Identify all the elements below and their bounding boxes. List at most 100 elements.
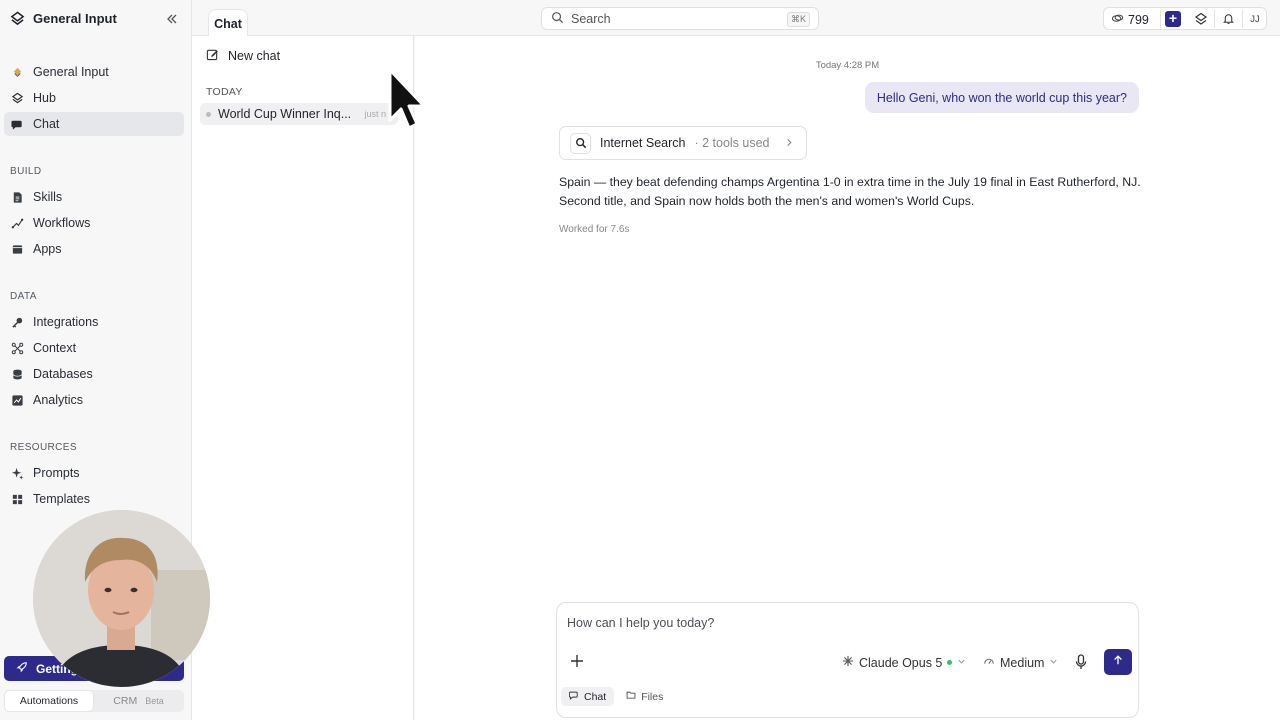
sidebar-item-label: Prompts bbox=[33, 466, 80, 480]
work-duration: Worked for 7.6s bbox=[559, 224, 630, 235]
beta-badge: Beta bbox=[145, 696, 164, 706]
mouse-cursor bbox=[384, 66, 430, 136]
section-title-data: DATA bbox=[10, 291, 37, 302]
webcam-overlay bbox=[33, 510, 210, 687]
sidebar-item-templates[interactable]: Templates bbox=[4, 487, 184, 511]
claude-icon bbox=[842, 655, 854, 670]
user-message: Hello Geni, who won the world cup this y… bbox=[864, 82, 1139, 113]
search-icon bbox=[551, 11, 564, 27]
sidebar-item-label: Databases bbox=[33, 367, 93, 381]
brand-icon[interactable] bbox=[1194, 12, 1208, 26]
document-icon bbox=[11, 191, 24, 204]
chat-list-item[interactable]: World Cup Winner Inq... just n bbox=[200, 103, 398, 125]
divider bbox=[1242, 10, 1243, 28]
credits-count: 799 bbox=[1128, 13, 1149, 27]
key-icon bbox=[11, 316, 24, 329]
sidebar-item-label: Apps bbox=[33, 242, 62, 256]
database-icon bbox=[11, 368, 24, 381]
tool-name: Internet Search bbox=[600, 136, 686, 150]
composer-tab-chat-label: Chat bbox=[584, 690, 607, 703]
sidebar-item-general-input[interactable]: General Input bbox=[4, 60, 184, 84]
chevron-right-icon bbox=[785, 136, 794, 150]
edit-icon bbox=[206, 48, 219, 64]
sidebar-item-label: Integrations bbox=[33, 315, 99, 329]
composer-tab-chat[interactable]: Chat bbox=[561, 687, 615, 706]
effort-selector[interactable]: Medium bbox=[983, 655, 1058, 670]
composer-tab-files[interactable]: Files bbox=[618, 687, 671, 706]
conversation-area: Today 4:28 PM Hello Geni, who won the wo… bbox=[415, 36, 1280, 720]
message-input[interactable] bbox=[567, 613, 1127, 633]
message-timestamp: Today 4:28 PM bbox=[815, 60, 880, 71]
model-status-dot bbox=[947, 660, 953, 665]
folder-icon bbox=[626, 690, 636, 703]
tab-automations[interactable]: Automations bbox=[5, 691, 93, 711]
composer-tabs: Chat Files bbox=[561, 687, 671, 707]
sidebar-item-context[interactable]: Context bbox=[4, 336, 184, 360]
add-attachment-icon[interactable] bbox=[569, 653, 585, 669]
grid-icon bbox=[11, 493, 24, 506]
search-placeholder: Search bbox=[571, 11, 611, 26]
collapse-sidebar-icon[interactable] bbox=[165, 12, 179, 26]
model-selector[interactable]: Claude Opus 5 bbox=[842, 655, 966, 670]
sidebar-item-integrations[interactable]: Integrations bbox=[4, 310, 184, 334]
tool-count: · 2 tools used bbox=[694, 136, 770, 150]
sidebar-item-label: Workflows bbox=[33, 216, 91, 230]
new-chat-button[interactable]: New chat bbox=[206, 48, 280, 64]
top-bar: Chat Search ⌘K 799 + JJ bbox=[192, 0, 1280, 37]
add-button[interactable]: + bbox=[1165, 11, 1181, 27]
gauge-icon bbox=[983, 655, 995, 670]
credits-counter[interactable]: 799 bbox=[1111, 12, 1149, 28]
sidebar-item-label: Context bbox=[33, 341, 77, 355]
apps-icon bbox=[11, 243, 24, 256]
group-label-today: TODAY bbox=[206, 86, 243, 98]
new-chat-label: New chat bbox=[228, 49, 281, 63]
divider bbox=[1160, 10, 1161, 28]
general-input-icon bbox=[11, 66, 24, 79]
credits-icon bbox=[1111, 12, 1124, 28]
sidebar-item-apps[interactable]: Apps bbox=[4, 237, 184, 261]
sidebar-item-prompts[interactable]: Prompts bbox=[4, 461, 184, 485]
section-title-resources: RESOURCES bbox=[10, 442, 77, 453]
sidebar-item-databases[interactable]: Databases bbox=[4, 362, 184, 386]
chat-time: just n bbox=[364, 109, 386, 119]
tool-usage-summary[interactable]: Internet Search · 2 tools used bbox=[559, 126, 807, 160]
chat-icon bbox=[11, 118, 24, 131]
sidebar-item-analytics[interactable]: Analytics bbox=[4, 388, 184, 412]
toolbar-right: 799 + JJ bbox=[1103, 7, 1267, 30]
chevron-down-icon bbox=[957, 657, 966, 668]
hub-icon bbox=[11, 92, 24, 105]
status-dot bbox=[206, 111, 211, 117]
sidebar-item-label: Templates bbox=[33, 492, 90, 506]
sidebar-item-label: Analytics bbox=[33, 393, 84, 407]
bottom-tabs: Automations CRM Beta bbox=[4, 690, 184, 712]
chart-icon bbox=[11, 394, 24, 407]
workspace-switcher[interactable]: General Input bbox=[10, 11, 117, 26]
user-avatar[interactable]: JJ bbox=[1245, 9, 1265, 29]
sidebar-item-hub[interactable]: Hub bbox=[4, 86, 184, 110]
network-icon bbox=[11, 342, 24, 355]
assistant-message: Spain — they beat defending champs Argen… bbox=[559, 173, 1159, 211]
message-composer: Claude Opus 5 Medium Chat Files bbox=[556, 602, 1139, 718]
sparkle-icon bbox=[11, 467, 24, 480]
workflow-icon bbox=[11, 217, 24, 230]
tab-crm[interactable]: CRM Beta bbox=[93, 695, 184, 707]
microphone-icon[interactable] bbox=[1074, 654, 1088, 670]
sidebar-item-label: General Input bbox=[33, 65, 109, 79]
send-button[interactable] bbox=[1104, 649, 1132, 675]
tab-chat[interactable]: Chat bbox=[208, 9, 248, 37]
search-icon bbox=[570, 132, 591, 154]
search-bar[interactable]: Search ⌘K bbox=[541, 7, 819, 30]
effort-label: Medium bbox=[1000, 655, 1045, 670]
divider bbox=[1214, 10, 1215, 28]
chat-title: World Cup Winner Inq... bbox=[218, 107, 352, 121]
chat-history-panel: New chat TODAY World Cup Winner Inq... j… bbox=[192, 36, 414, 720]
sidebar-item-chat[interactable]: Chat bbox=[4, 112, 184, 136]
sidebar-item-label: Skills bbox=[33, 190, 63, 204]
answer-line: Second title, and Spain now holds both t… bbox=[559, 194, 975, 208]
sidebar-item-workflows[interactable]: Workflows bbox=[4, 211, 184, 235]
chevron-down-icon bbox=[1049, 657, 1058, 668]
sidebar-item-skills[interactable]: Skills bbox=[4, 185, 184, 209]
bell-icon[interactable] bbox=[1222, 12, 1236, 26]
sidebar-item-label: Chat bbox=[33, 117, 60, 131]
chat-bubble-icon bbox=[568, 690, 579, 703]
